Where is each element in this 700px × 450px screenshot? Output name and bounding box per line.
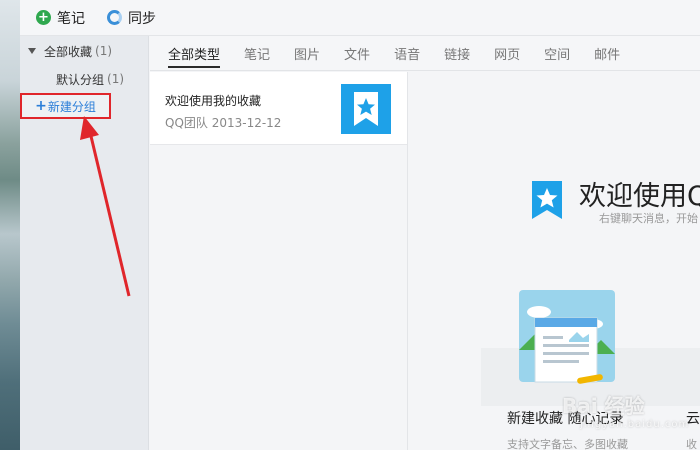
welcome-title: 欢迎使用Q [579,181,700,212]
sidebar-item-all-favorites[interactable]: 全部收藏 (1) [20,36,148,66]
tab-label: 空间 [544,47,571,63]
type-tabs: 全部类型 笔记 图片 文件 语音 链接 网页 空间 邮件 [150,36,700,71]
watermark-url: jingyan.baidu.com [580,419,690,430]
tab-label: 语音 [394,47,421,63]
tab-label: 邮件 [594,47,621,63]
welcome-subtitle: 右键聊天消息，开始 [599,212,698,225]
tab-mail[interactable]: 邮件 [594,36,620,71]
new-note-button[interactable]: + 笔记 [36,8,85,28]
new-group-button[interactable]: + 新建分组 [20,93,111,119]
sidebar-item-label: 默认分组 [56,72,105,87]
tab-voice[interactable]: 语音 [394,36,420,71]
sidebar-item-default-group[interactable]: 默认分组 (1) [20,66,148,92]
tab-space[interactable]: 空间 [544,36,570,71]
plus-circle-icon: + [36,10,51,25]
tab-label: 网页 [494,47,521,63]
top-toolbar: + 笔记 同步 [20,0,700,36]
tab-files[interactable]: 文件 [344,36,370,71]
sync-button[interactable]: 同步 [107,8,156,28]
desktop-background-strip [0,0,20,450]
watermark-brand: Bai 经验 [562,394,645,418]
feature-cloud-subtitle: 收 [686,438,697,450]
list-item[interactable]: 欢迎使用我的收藏 QQ团队 2013-12-12 [150,72,407,145]
tab-images[interactable]: 图片 [294,36,320,71]
tab-label: 笔记 [244,47,271,63]
watermark: Bai 经验 jingyan.baidu.com [562,390,689,430]
new-note-illustration [517,290,617,400]
tab-all-types[interactable]: 全部类型 [168,36,221,71]
plus-icon: + [35,98,47,114]
tab-label: 图片 [294,47,321,63]
new-group-label: 新建分组 [47,99,96,114]
bookmark-star-icon [531,180,563,220]
tab-notes[interactable]: 笔记 [244,36,270,71]
bookmark-star-icon [341,84,391,134]
tab-label: 文件 [344,47,371,63]
tab-label: 全部类型 [168,47,221,63]
tab-webpages[interactable]: 网页 [494,36,520,71]
sidebar-root-count: (1) [95,44,113,58]
tab-label: 链接 [444,47,471,63]
sync-label: 同步 [128,10,156,27]
expand-triangle-icon[interactable] [28,48,36,54]
item-meta: QQ团队 2013-12-12 [165,116,282,130]
feature-new-favorite-subtitle: 支持文字备忘、多图收藏 [507,438,628,450]
tab-links[interactable]: 链接 [444,36,470,71]
new-note-label: 笔记 [57,10,85,27]
item-title: 欢迎使用我的收藏 [165,94,262,108]
sidebar-root-label: 全部收藏 [44,44,93,59]
sync-icon [107,10,122,25]
favorites-list: 欢迎使用我的收藏 QQ团队 2013-12-12 [150,72,408,450]
sidebar-item-count: (1) [107,72,125,86]
